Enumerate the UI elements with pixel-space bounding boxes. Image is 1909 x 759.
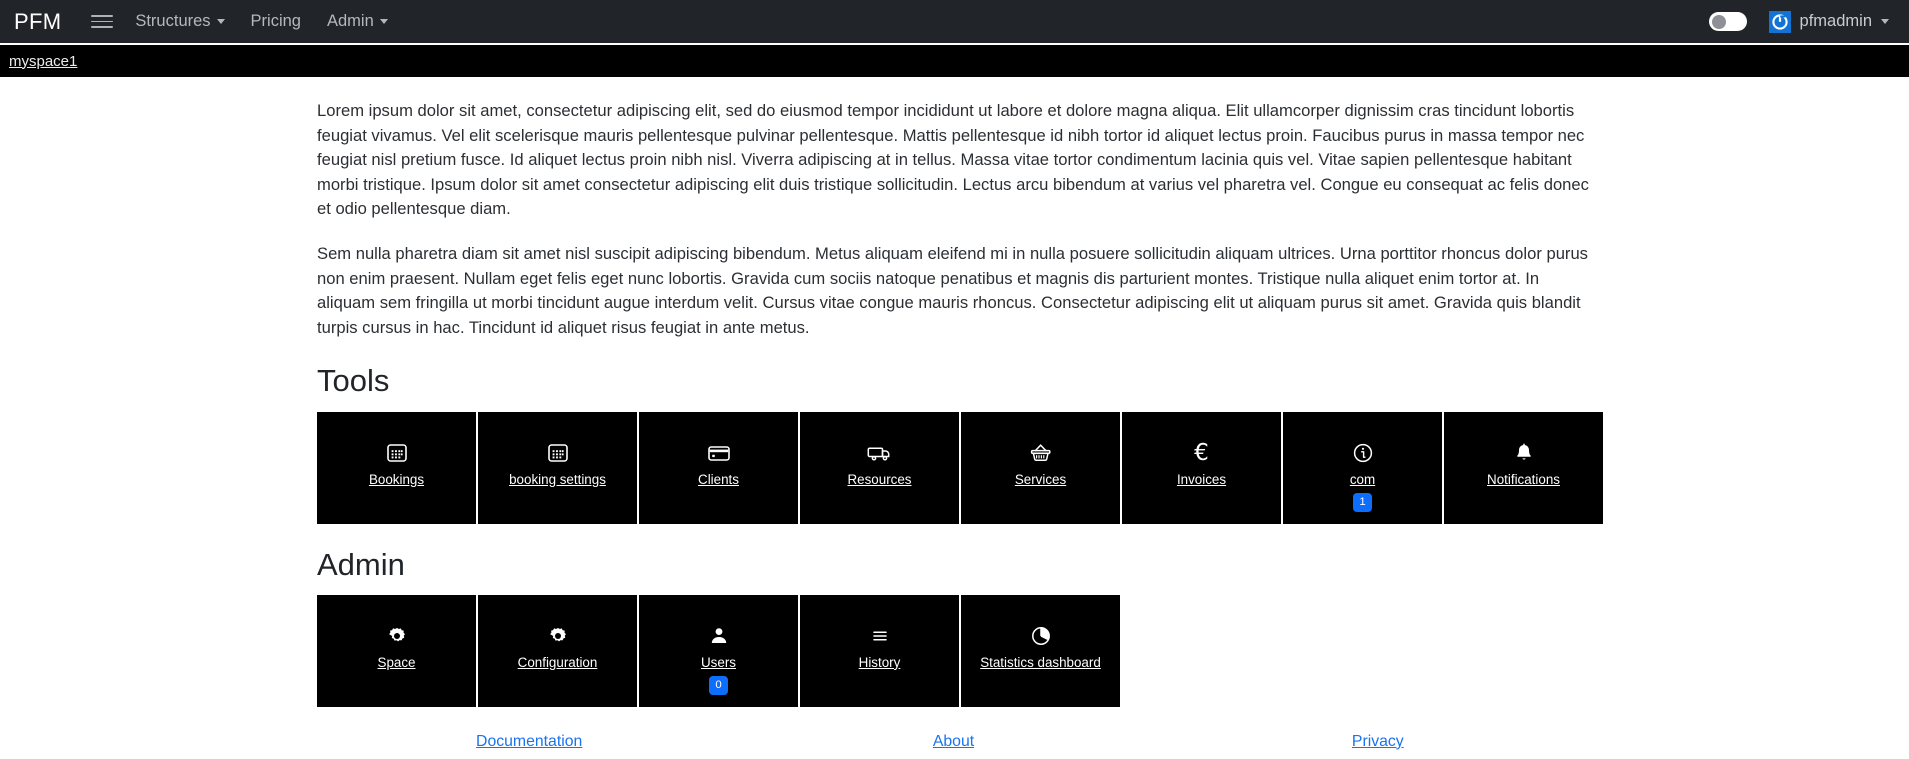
tile-label: Bookings: [368, 471, 425, 487]
nav-item-pricing[interactable]: Pricing: [251, 12, 301, 31]
info-circle-icon: [1352, 440, 1374, 466]
nav-item-structures[interactable]: Structures: [135, 12, 225, 31]
tile-configuration[interactable]: Configuration: [478, 594, 637, 707]
hamburger-bar: [91, 20, 114, 23]
tile-label: Statistics dashboard: [980, 654, 1101, 670]
tile-bookings[interactable]: Bookings: [317, 411, 476, 524]
footer-link-documentation[interactable]: Documentation: [476, 733, 582, 751]
tile-users[interactable]: Users 0: [639, 594, 798, 707]
nav-item-label: Pricing: [250, 12, 301, 30]
nav-item-admin[interactable]: Admin: [327, 12, 388, 31]
truck-icon: [867, 440, 893, 466]
tile-label: Space: [377, 654, 416, 670]
tools-section-title: Tools: [317, 363, 390, 399]
bell-icon: [1513, 440, 1535, 466]
main-content: Lorem ipsum dolor sit amet, consectetur …: [0, 77, 1909, 751]
hamburger-bar: [91, 15, 114, 17]
tile-clients[interactable]: Clients: [639, 411, 798, 524]
navbar-right: pfmadmin: [1708, 10, 1893, 33]
chevron-down-icon: [379, 19, 388, 24]
intro-paragraph-2: Sem nulla pharetra diam sit amet nisl su…: [317, 243, 1588, 337]
content-container: Lorem ipsum dolor sit amet, consectetur …: [317, 99, 1603, 707]
hamburger-bar: [91, 26, 114, 28]
tile-invoices[interactable]: € Invoices: [1122, 411, 1281, 524]
user-menu[interactable]: pfmadmin: [1768, 10, 1893, 33]
gear-icon: [547, 623, 569, 649]
chevron-down-icon: [216, 19, 225, 24]
footer-link-about[interactable]: About: [933, 733, 974, 751]
tile-label: Configuration: [517, 654, 598, 670]
tile-label: booking settings: [509, 471, 606, 487]
footer-cell: About: [741, 733, 1165, 751]
footer: Documentation About Privacy: [317, 733, 1590, 751]
admin-section-title: Admin: [317, 546, 405, 582]
nav-item-label: Structures: [135, 12, 211, 30]
tile-services[interactable]: Services: [961, 411, 1120, 524]
tile-history[interactable]: History: [800, 594, 959, 707]
breadcrumb-item-myspace1[interactable]: myspace1: [9, 53, 77, 70]
tile-label: History: [858, 654, 901, 670]
gear-icon: [386, 623, 408, 649]
tile-label: Services: [1014, 471, 1067, 487]
euro-icon: €: [1194, 439, 1209, 466]
status-badge: 0: [709, 675, 728, 696]
chevron-down-icon: [1881, 19, 1889, 24]
brand-logo[interactable]: PFM: [14, 9, 61, 35]
admin-tile-row: Space Configuration Users 0 History Stat…: [317, 594, 1590, 707]
footer-cell: Privacy: [1166, 733, 1590, 751]
toggle-knob: [1711, 14, 1726, 29]
tile-booking-settings[interactable]: booking settings: [478, 411, 637, 524]
tools-tile-row: Bookings booking settings Clients Resour…: [317, 411, 1603, 524]
tile-com[interactable]: com 1: [1283, 411, 1442, 524]
user-name: pfmadmin: [1799, 12, 1872, 30]
status-badge: 1: [1353, 492, 1372, 512]
breadcrumb: myspace1: [0, 45, 1909, 77]
hamburger-icon[interactable]: [91, 15, 114, 28]
top-navbar: PFM Structures Pricing Admin pfmadmin: [0, 0, 1909, 45]
nav-item-label: Admin: [326, 12, 374, 30]
nav-links: Structures Pricing Admin: [135, 12, 388, 31]
tile-resources[interactable]: Resources: [800, 411, 959, 524]
basket-icon: [1029, 440, 1053, 466]
footer-link-privacy[interactable]: Privacy: [1352, 733, 1404, 751]
calendar-icon: [547, 440, 569, 466]
tile-label: com: [1349, 471, 1376, 487]
tile-statistics-dashboard[interactable]: Statistics dashboard: [961, 594, 1120, 707]
tile-label: Resources: [847, 471, 912, 487]
list-icon: [869, 623, 891, 649]
tile-notifications[interactable]: Notifications: [1444, 411, 1603, 524]
person-icon: [708, 623, 730, 649]
tile-label: Invoices: [1176, 471, 1227, 487]
intro-paragraph-1: Lorem ipsum dolor sit amet, consectetur …: [317, 101, 1589, 219]
tile-space[interactable]: Space: [317, 594, 476, 707]
pie-chart-icon: [1030, 623, 1052, 649]
tile-label: Clients: [698, 471, 739, 487]
power-circle-icon: [1768, 10, 1791, 33]
footer-cell: Documentation: [317, 733, 741, 751]
calendar-icon: [386, 440, 408, 466]
credit-card-icon: [707, 440, 731, 466]
tile-label: Users: [701, 654, 736, 670]
theme-toggle[interactable]: [1708, 12, 1747, 31]
tile-label: Notifications: [1487, 471, 1560, 487]
